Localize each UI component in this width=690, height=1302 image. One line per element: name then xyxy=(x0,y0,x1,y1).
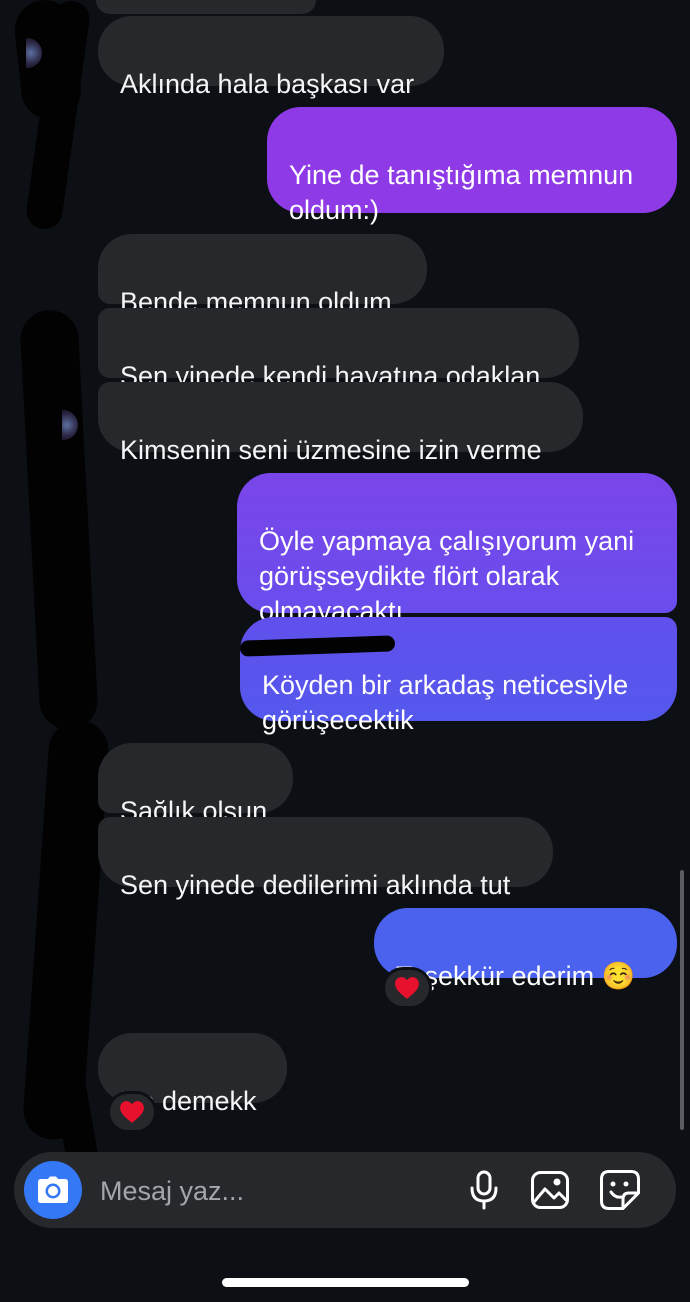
message-outgoing[interactable]: Köyden bir arkadaş neticesiyle görüşecek… xyxy=(240,617,677,735)
message-incoming[interactable]: Aklında hala başkası var xyxy=(98,16,444,99)
message-text: Kimsenin seni üzmesine izin verme xyxy=(120,435,542,465)
gallery-button[interactable] xyxy=(528,1168,572,1212)
camera-icon xyxy=(38,1176,68,1203)
gallery-icon xyxy=(531,1171,569,1209)
message-incoming[interactable]: Sen yinede dedilerimi aklında tut xyxy=(98,817,553,900)
sticker-icon xyxy=(600,1170,640,1210)
message-reaction[interactable] xyxy=(382,967,432,1009)
redaction-scribble xyxy=(19,308,99,732)
heart-icon xyxy=(120,1101,144,1123)
message-text: Yine de tanıştığıma memnun oldum:) xyxy=(289,160,634,225)
chat-screen: Aklında hala başkası var Yine de tanıştı… xyxy=(0,0,690,1302)
microphone-icon xyxy=(470,1170,498,1210)
message-input[interactable] xyxy=(98,1170,432,1212)
voice-message-button[interactable] xyxy=(462,1168,506,1212)
message-composer xyxy=(14,1152,676,1228)
message-outgoing[interactable]: Yine de tanıştığıma memnun oldum:) xyxy=(267,107,677,225)
message-incoming[interactable]: Kimsenin seni üzmesine izin verme xyxy=(98,382,583,465)
message-outgoing[interactable]: Öyle yapmaya çalışıyorum yani görüşseydi… xyxy=(237,473,677,626)
home-indicator[interactable] xyxy=(222,1278,469,1287)
message-incoming[interactable]: Sağlık olsun xyxy=(98,743,293,826)
sticker-button[interactable] xyxy=(598,1168,642,1212)
message-incoming[interactable]: Sen yinede kendi hayatına odaklan xyxy=(98,308,579,391)
message-text: Köyden bir arkadaş neticesiyle görüşecek… xyxy=(262,670,629,735)
scrollbar[interactable] xyxy=(680,870,684,1130)
message-text: Sen yinede dedilerimi aklında tut xyxy=(120,870,511,900)
message-text: Öyle yapmaya çalışıyorum yani görüşseydi… xyxy=(259,526,635,626)
message-reaction[interactable] xyxy=(107,1091,157,1133)
message-incoming[interactable]: Bende memnun oldum xyxy=(98,234,427,317)
heart-icon xyxy=(395,977,419,999)
message-text: Aklında hala başkası var xyxy=(120,69,415,99)
camera-button[interactable] xyxy=(24,1161,82,1219)
message-outgoing[interactable]: Teşekkür ederim ☺️ xyxy=(374,908,677,991)
redaction-scribble xyxy=(96,0,316,14)
